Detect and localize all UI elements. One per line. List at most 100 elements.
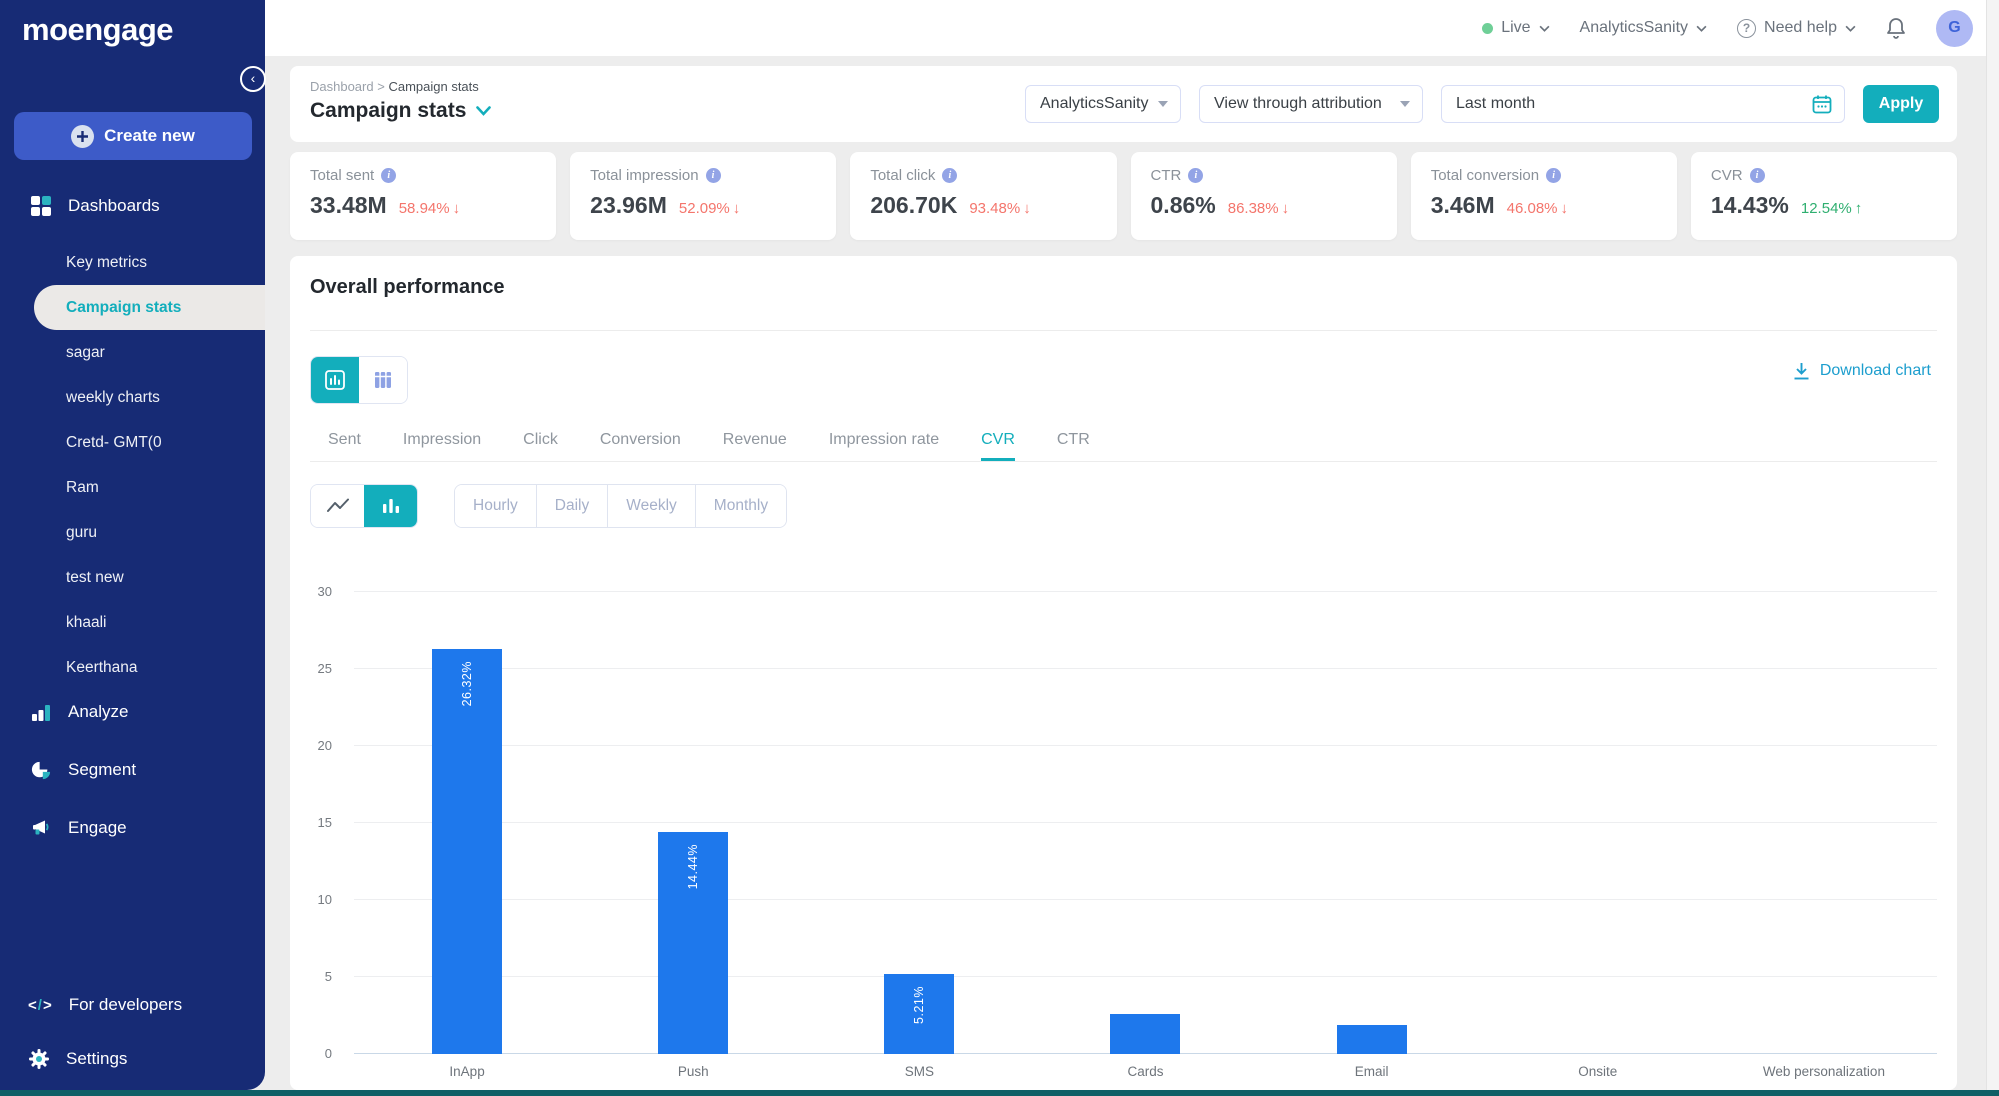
period-monthly[interactable]: Monthly — [695, 485, 786, 527]
tab-revenue[interactable]: Revenue — [723, 418, 787, 461]
scrollbar-track[interactable] — [1986, 0, 1999, 1096]
tab-ctr[interactable]: CTR — [1057, 418, 1090, 461]
stat-value-row: 206.70K93.48% ↓ — [870, 192, 1096, 219]
sidebar-item-cretd-gmt-0[interactable]: Cretd- GMT(0 — [0, 420, 265, 465]
bar-email[interactable] — [1337, 1025, 1407, 1054]
live-label: Live — [1501, 19, 1530, 37]
chart-y-axis: 051015202530 — [290, 592, 346, 1054]
workspace-select-value: AnalyticsSanity — [1040, 95, 1149, 113]
filter-bar: AnalyticsSanity View through attribution… — [1025, 66, 1939, 142]
breadcrumb-separator: > — [377, 79, 385, 94]
apply-button[interactable]: Apply — [1863, 85, 1939, 123]
info-icon[interactable]: i — [1546, 168, 1561, 183]
sidebar-item-keerthana[interactable]: Keerthana — [0, 645, 265, 690]
x-tick-push: Push — [580, 1064, 806, 1079]
sidebar-item-campaign-stats[interactable]: Campaign stats — [34, 285, 265, 330]
stat-label: Total sent i — [310, 167, 536, 184]
bottom-edge-strip — [0, 1090, 1999, 1096]
tab-cvr[interactable]: CVR — [981, 418, 1015, 461]
chart-type-toggle — [310, 484, 418, 528]
sidebar-item-for-developers[interactable]: </> For developers — [0, 985, 265, 1025]
sidebar-item-analyze[interactable]: Analyze — [0, 692, 265, 732]
segment-pie-icon — [30, 760, 52, 780]
attribution-select-value: View through attribution — [1214, 95, 1382, 113]
period-hourly[interactable]: Hourly — [455, 485, 536, 527]
tab-sent[interactable]: Sent — [328, 418, 361, 461]
sidebar-item-sagar[interactable]: sagar — [0, 330, 265, 375]
stat-label-text: Total click — [870, 167, 935, 184]
title-chevron-down-icon[interactable] — [476, 106, 491, 116]
info-icon[interactable]: i — [942, 168, 957, 183]
stat-card-ctr: CTRi0.86%86.38% ↓ — [1131, 152, 1397, 240]
attribution-select[interactable]: View through attribution — [1199, 85, 1423, 123]
caret-down-icon — [1400, 101, 1410, 107]
stat-value: 14.43% — [1711, 192, 1789, 219]
bar-chart-button[interactable] — [364, 485, 417, 527]
stat-change: 86.38% ↓ — [1228, 200, 1289, 217]
chart-column-onsite — [1485, 592, 1711, 1054]
chart-column-push: 14.44% — [580, 592, 806, 1054]
table-view-button[interactable] — [359, 357, 407, 403]
need-help-menu[interactable]: ? Need help — [1737, 19, 1856, 38]
avatar[interactable]: G — [1936, 10, 1973, 47]
create-new-button[interactable]: Create new — [14, 112, 252, 160]
y-tick-20: 20 — [318, 738, 332, 753]
download-icon — [1793, 362, 1810, 380]
y-tick-25: 25 — [318, 661, 332, 676]
workspace-select[interactable]: AnalyticsSanity — [1025, 85, 1181, 123]
sidebar-collapse-button[interactable]: ‹ — [240, 66, 266, 92]
chart-column-cards — [1032, 592, 1258, 1054]
period-selector: HourlyDailyWeeklyMonthly — [454, 484, 787, 528]
divider — [310, 330, 1937, 331]
metric-tabs: Sent Impression Click Conversion Revenue Impr… — [310, 418, 1937, 462]
sidebar-item-segment[interactable]: Segment — [0, 750, 265, 790]
bell-icon[interactable] — [1886, 17, 1906, 39]
sidebar-item-dashboards[interactable]: Dashboards — [0, 186, 265, 226]
sidebar-item-settings[interactable]: Settings — [0, 1039, 265, 1079]
tab-impression[interactable]: Impression — [403, 418, 481, 461]
workspace-switcher[interactable]: AnalyticsSanity — [1580, 19, 1708, 37]
period-weekly[interactable]: Weekly — [607, 485, 695, 527]
info-icon[interactable]: i — [1750, 168, 1765, 183]
bar-cards[interactable] — [1110, 1014, 1180, 1054]
tab-conversion[interactable]: Conversion — [600, 418, 681, 461]
sidebar-item-khaali[interactable]: khaali — [0, 600, 265, 645]
line-chart-button[interactable] — [311, 485, 364, 527]
sidebar-item-test-new[interactable]: test new — [0, 555, 265, 600]
date-range-input[interactable]: Last month — [1441, 85, 1845, 123]
bar-inapp[interactable]: 26.32% — [432, 649, 502, 1054]
stat-card-total-click: Total click i 206.70K93.48% ↓ — [850, 152, 1116, 240]
chart-view-button[interactable] — [311, 357, 359, 403]
environment-switcher[interactable]: Live — [1482, 19, 1549, 37]
dashboards-label: Dashboards — [68, 196, 160, 216]
live-status-dot — [1482, 23, 1493, 34]
info-icon[interactable]: i — [1188, 168, 1203, 183]
y-tick-0: 0 — [325, 1046, 332, 1061]
info-icon[interactable]: i — [381, 168, 396, 183]
tab-impression-rate[interactable]: Impression rate — [829, 418, 939, 461]
stat-label-text: CTR — [1151, 167, 1182, 184]
sidebar-item-guru[interactable]: guru — [0, 510, 265, 555]
sidebar-item-key-metrics[interactable]: Key metrics — [0, 240, 265, 285]
sidebar-item-engage[interactable]: Engage — [0, 808, 265, 848]
stat-label-text: Total sent — [310, 167, 374, 184]
download-chart-link[interactable]: Download chart — [1793, 362, 1931, 380]
sidebar-item-ram[interactable]: Ram — [0, 465, 265, 510]
moengage-logo: moengage — [22, 12, 173, 48]
bar-value-label: 14.44% — [686, 844, 700, 889]
info-icon[interactable]: i — [706, 168, 721, 183]
bar-push[interactable]: 14.44% — [658, 832, 728, 1054]
period-daily[interactable]: Daily — [536, 485, 607, 527]
sidebar-dashboard-list: Key metricsCampaign statssagarweekly cha… — [0, 240, 265, 690]
stat-value-row: 23.96M52.09% ↓ — [590, 192, 816, 219]
stat-label: CVRi — [1711, 167, 1937, 184]
segment-label: Segment — [68, 760, 136, 780]
bar-sms[interactable]: 5.21% — [884, 974, 954, 1054]
sidebar-item-weekly-charts[interactable]: weekly charts — [0, 375, 265, 420]
stat-change: 46.08% ↓ — [1507, 200, 1568, 217]
calendar-icon — [1812, 94, 1832, 114]
tab-click[interactable]: Click — [523, 418, 558, 461]
stat-value-row: 14.43%12.54% ↑ — [1711, 192, 1937, 219]
breadcrumb-root[interactable]: Dashboard — [310, 79, 374, 94]
y-tick-10: 10 — [318, 892, 332, 907]
